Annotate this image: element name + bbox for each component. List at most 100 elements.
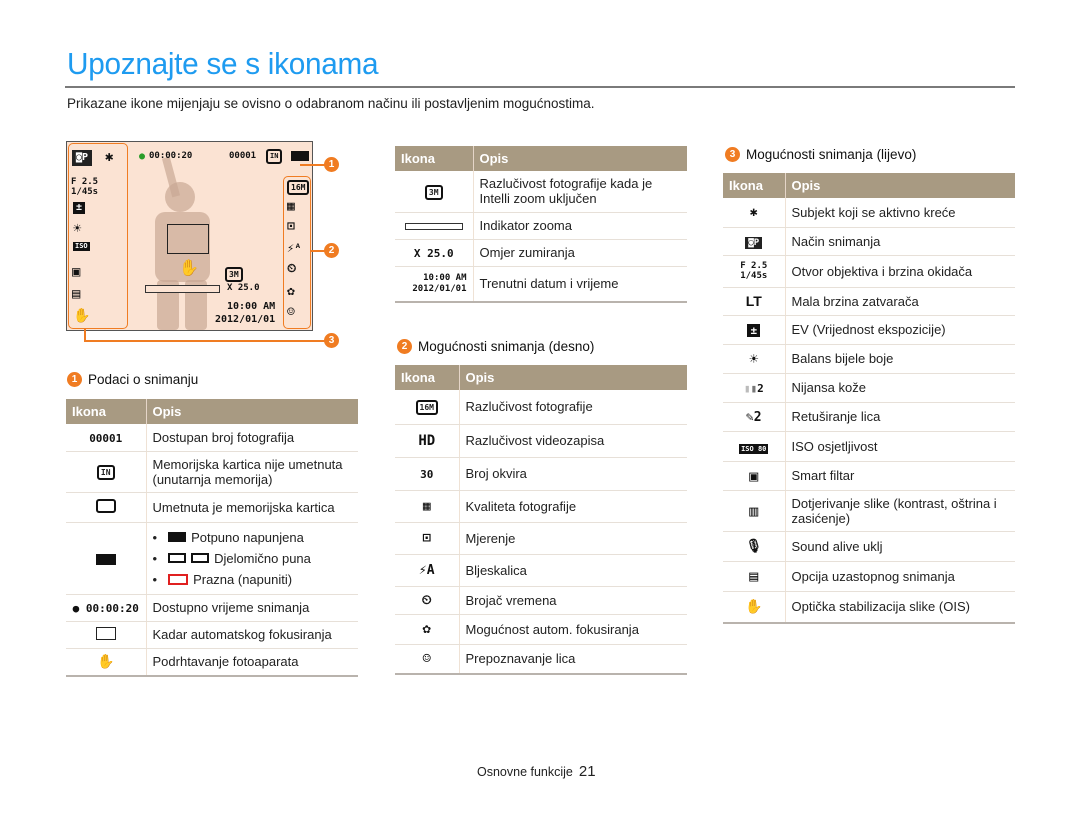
- table-row: ± EV (Vrijednost ekspozicije): [723, 315, 1015, 345]
- frame-rate-icon: 30: [420, 468, 434, 481]
- skin-tone-icon: ▮▮2: [743, 382, 764, 395]
- page-title: Upoznajte se s ikonama: [67, 46, 379, 81]
- row-desc: Način snimanja: [785, 227, 1015, 256]
- table-row: IN Memorijska kartica nije umetnuta (unu…: [66, 451, 358, 493]
- row-desc: Otvor objektiva i brzina okidača: [785, 255, 1015, 288]
- section-1-title: Podaci o snimanju: [88, 372, 199, 387]
- row-desc: Dostupan broj fotografija: [146, 424, 358, 452]
- section-3-title: Mogućnosti snimanja (lijevo): [746, 147, 917, 162]
- iso-icon: ISO 80: [739, 443, 769, 454]
- section-2-title: Mogućnosti snimanja (desno): [418, 339, 595, 354]
- smart-filter-icon: ▣: [749, 466, 759, 485]
- col-icon-header: Ikona: [66, 399, 147, 424]
- table-row: ● 00:00:20 Dostupno vrijeme snimanja: [66, 594, 358, 622]
- table-row: ⊡ Mjerenje: [395, 522, 687, 555]
- table-row: Umetnuta je memorijska kartica: [66, 492, 358, 523]
- table-row: Indikator zooma: [395, 212, 687, 240]
- rec-dot-icon: ●: [139, 151, 146, 162]
- table-row: ✋ Podrhtavanje fotoaparata: [66, 648, 358, 677]
- table-row: ✿ Mogućnost autom. fokusiranja: [395, 614, 687, 645]
- battery-partial: Djelomično puna: [153, 548, 353, 569]
- metering-icon: ⊡: [422, 530, 431, 546]
- row-desc: Razlučivost fotografije: [459, 390, 687, 425]
- col-desc-header: Opis: [473, 146, 687, 171]
- table-row: ✱ Subjekt koji se aktivno kreće: [723, 198, 1015, 228]
- row-desc: Kadar automatskog fokusiranja: [146, 621, 358, 649]
- callout-line: [84, 340, 326, 342]
- record-time-icon: ● 00:00:20: [72, 602, 139, 615]
- section-3-table: Ikona Opis ✱ Subjekt koji se aktivno kreć…: [723, 173, 1015, 624]
- table-row: HD Razlučivost videozapisa: [395, 424, 687, 458]
- table-row: 30 Broj okvira: [395, 457, 687, 491]
- table-row: 00001 Dostupan broj fotografija: [66, 424, 358, 452]
- section-1-heading: 1 Podaci o snimanju: [67, 372, 198, 387]
- row-desc: EV (Vrijednost ekspozicije): [785, 315, 1015, 345]
- footer-label: Osnovne funkcije: [477, 765, 573, 779]
- row-desc: Broj okvira: [459, 457, 687, 491]
- intelli-zoom-resolution-icon: 3M: [424, 184, 443, 200]
- zoom-ratio: X 25.0: [227, 283, 260, 293]
- face-retouch-icon: ✎2: [745, 409, 762, 425]
- table-row: ISO 80 ISO osjetljivost: [723, 431, 1015, 462]
- battery-full-icon: [168, 532, 187, 542]
- col-icon-header: Ikona: [395, 146, 474, 171]
- row-desc: Memorijska kartica nije umetnuta (unutar…: [146, 451, 358, 493]
- row-desc: Indikator zooma: [473, 212, 687, 240]
- col-desc-header: Opis: [785, 173, 1015, 198]
- col-icon-header: Ikona: [395, 365, 460, 390]
- row-desc: Razlučivost fotografije kada je Intelli …: [473, 171, 687, 213]
- col-desc-header: Opis: [459, 365, 687, 390]
- section-3-number: 3: [725, 147, 740, 162]
- row-desc: Subjekt koji se aktivno kreće: [785, 198, 1015, 228]
- video-resolution-icon: HD: [418, 432, 436, 449]
- section-2-table: Ikona Opis 16M Razlučivost fotografije HD…: [395, 365, 687, 675]
- col-desc-header: Opis: [146, 399, 358, 424]
- row-desc: Umetnuta je memorijska kartica: [146, 492, 358, 523]
- image-adjust-icon: ▥: [749, 501, 759, 520]
- table-row: ⏲ Brojač vremena: [395, 586, 687, 615]
- section-2-number: 2: [397, 339, 412, 354]
- table-row: ▤ Opcija uzastopnog snimanja: [723, 561, 1015, 592]
- row-desc: Mogućnost autom. fokusiranja: [459, 614, 687, 645]
- ev-icon: ±: [747, 324, 761, 337]
- title-divider: [65, 86, 1015, 88]
- date-display: 2012/01/01: [215, 314, 276, 325]
- page-number: 21: [578, 763, 596, 780]
- long-time-icon: LT: [745, 293, 762, 309]
- battery-states: Potpuno napunjena Djelomično puna Prazna…: [153, 527, 353, 590]
- section-1-number: 1: [67, 372, 82, 387]
- silhouette-arm: [161, 156, 181, 198]
- table-row: 3M Razlučivost fotografije kada je Intel…: [395, 171, 687, 213]
- active-subject-icon: ✱: [749, 205, 758, 221]
- bullet-text: Djelomično puna: [214, 550, 311, 566]
- face-detection-icon: ☺: [422, 650, 431, 667]
- intro-text: Prikazane ikone mijenjaju se ovisno o od…: [67, 96, 595, 111]
- af-frame-icon: [95, 626, 116, 640]
- row-desc: Bljeskalica: [459, 554, 687, 587]
- battery-full: Potpuno napunjena: [153, 527, 353, 548]
- burst-icon: ▤: [749, 567, 759, 585]
- row-desc: ISO osjetljivost: [785, 431, 1015, 462]
- sound-alive-icon: 🎙: [745, 539, 762, 554]
- row-desc: Podrhtavanje fotoaparata: [146, 648, 358, 677]
- callout-2: 2: [324, 243, 339, 258]
- af-frame: [167, 224, 209, 254]
- table-row: 16M Razlučivost fotografije: [395, 390, 687, 425]
- camera-shake-icon: ✋: [179, 258, 199, 277]
- table-row: ▮▮2 Nijansa kože: [723, 373, 1015, 403]
- row-desc: Sound alive uklj: [785, 531, 1015, 562]
- display-info-table: Ikona Opis 3M Razlučivost fotografije ka…: [395, 146, 687, 303]
- skin-tone-glyph: 2: [757, 382, 764, 395]
- table-row: Potpuno napunjena Djelomično puna Prazna…: [66, 522, 358, 595]
- shot-count-icon: 00001: [89, 431, 123, 445]
- bullet-text: Prazna (napuniti): [193, 571, 293, 587]
- table-row: LT Mala brzina zatvarača: [723, 287, 1015, 316]
- table-row: 10:00 AM 2012/01/01 Trenutni datum i vri…: [395, 266, 687, 303]
- row-desc: Nijansa kože: [785, 373, 1015, 403]
- row-desc: Dostupno vrijeme snimanja: [146, 594, 358, 622]
- table-row: Kadar automatskog fokusiranja: [66, 621, 358, 649]
- battery-partial-icon: [168, 553, 187, 563]
- resolution-3m-icon: 3M: [225, 267, 243, 282]
- zoom-indicator-icon: [404, 223, 463, 230]
- table-row: ▦ Kvaliteta fotografije: [395, 490, 687, 523]
